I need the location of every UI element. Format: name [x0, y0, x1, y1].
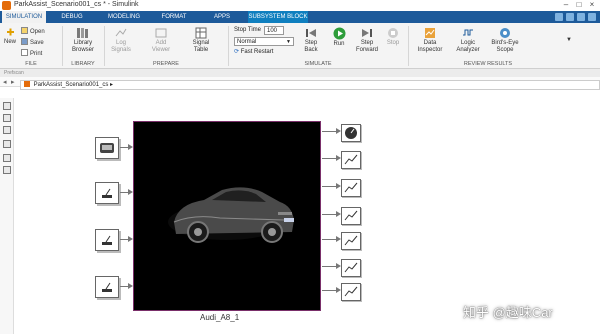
- output-block-1[interactable]: [341, 151, 361, 169]
- output-block-3[interactable]: [341, 207, 361, 225]
- group-label-prepare: PREPARE: [153, 61, 179, 67]
- pedal-icon: [102, 188, 112, 198]
- fast-restart-icon: ⟳: [234, 49, 240, 55]
- tab-format[interactable]: FORMAT: [154, 11, 194, 23]
- step-forward-icon: [362, 29, 372, 37]
- ribbon-tab-bar: SIMULATION DEBUG MODELING FORMAT APPS SU…: [0, 11, 600, 23]
- scope-icon: [344, 154, 358, 165]
- watermark: 知乎 @趣味Car: [463, 305, 553, 320]
- scope-icon: [344, 286, 358, 297]
- stop-time-label: Stop Time: [234, 27, 262, 33]
- data-inspector-icon: [425, 28, 435, 38]
- tab-debug[interactable]: DEBUG: [52, 11, 92, 23]
- add-viewer-button[interactable]: Add Viewer: [148, 27, 174, 54]
- save-quick-icon[interactable]: [555, 13, 563, 21]
- fit-view-icon[interactable]: [3, 114, 11, 122]
- ribbon: New Open Save Print FILE Library Browser…: [0, 23, 600, 69]
- data-inspector-button[interactable]: Data Inspector: [416, 27, 444, 54]
- area-icon[interactable]: [3, 166, 11, 174]
- scope-icon: [344, 210, 358, 221]
- new-icon: [6, 28, 14, 36]
- scope-icon: [344, 235, 358, 246]
- group-label-library: LIBRARY: [71, 61, 95, 67]
- library-icon: [77, 28, 88, 38]
- undo-icon[interactable]: [566, 13, 574, 21]
- title-bar: ParkAssist_Scenario001_cs * - Simulink –…: [0, 0, 600, 11]
- group-label-file: FILE: [25, 61, 37, 67]
- gauge-icon: [345, 127, 357, 139]
- new-button[interactable]: New: [3, 27, 17, 46]
- input-block-1[interactable]: [95, 137, 119, 159]
- log-signals-button[interactable]: Log Signals: [108, 27, 134, 54]
- ribbon-expand-icon[interactable]: ▼: [564, 37, 574, 44]
- output-block-4[interactable]: [341, 232, 361, 250]
- output-block-5[interactable]: [341, 259, 361, 277]
- forward-arrow-icon[interactable]: ▸: [11, 78, 15, 86]
- tab-apps[interactable]: APPS: [200, 11, 244, 23]
- minimize-icon[interactable]: –: [560, 0, 572, 9]
- canvas-tool-strip: [0, 98, 14, 334]
- image-icon[interactable]: [3, 154, 11, 162]
- print-button[interactable]: Print: [21, 49, 42, 57]
- run-button[interactable]: Run: [328, 27, 350, 48]
- maximize-icon[interactable]: □: [573, 0, 585, 9]
- input-block-4[interactable]: [95, 276, 119, 298]
- save-icon: [21, 38, 28, 45]
- folder-icon: [21, 27, 28, 34]
- group-label-simulate: SIMULATE: [304, 61, 332, 67]
- close-icon[interactable]: ×: [586, 0, 598, 9]
- arrow-icon[interactable]: [3, 126, 11, 134]
- group-label-review-results: REVIEW RESULTS: [463, 61, 513, 67]
- stop-icon: [388, 28, 398, 38]
- logic-analyzer-button[interactable]: Logic Analyzer: [454, 27, 482, 54]
- add-viewer-icon: [155, 28, 167, 38]
- simulation-mode-select[interactable]: Normal ▼: [234, 37, 294, 46]
- dashboard-icon: [100, 143, 114, 153]
- output-block-6[interactable]: [341, 283, 361, 301]
- signal-table-button[interactable]: Signal Table: [188, 27, 214, 54]
- input-block-3[interactable]: [95, 229, 119, 251]
- scope-icon: [344, 262, 358, 273]
- open-button[interactable]: Open: [21, 27, 45, 35]
- subsystem-block[interactable]: [133, 121, 321, 311]
- stop-button[interactable]: Stop: [382, 27, 404, 47]
- tab-modeling[interactable]: MODELING: [100, 11, 148, 23]
- zoom-in-icon[interactable]: [3, 102, 11, 110]
- tab-subsystem-block[interactable]: SUBSYSTEM BLOCK: [248, 11, 308, 23]
- run-icon: [333, 27, 345, 40]
- help-icon[interactable]: [588, 13, 596, 21]
- print-icon: [21, 49, 28, 56]
- car-icon: [168, 187, 294, 243]
- pedal-icon: [102, 282, 112, 292]
- tab-simulation[interactable]: SIMULATION: [2, 11, 46, 23]
- chevron-down-icon: ▼: [286, 39, 291, 45]
- library-browser-button[interactable]: Library Browser: [66, 27, 100, 54]
- window-title: ParkAssist_Scenario001_cs * - Simulink: [14, 1, 139, 8]
- stop-time-input[interactable]: 100: [264, 26, 284, 35]
- subsystem-name[interactable]: Audi_A8_1: [200, 313, 239, 322]
- model-icon: [24, 81, 30, 87]
- logic-analyzer-icon: [463, 29, 473, 36]
- redo-icon[interactable]: [577, 13, 585, 21]
- fast-restart-button[interactable]: ⟳ Fast Restart: [234, 48, 273, 55]
- output-block-speedometer[interactable]: [341, 124, 361, 142]
- step-back-icon: [306, 29, 316, 37]
- signal-table-icon: [195, 27, 207, 39]
- scope-icon: [344, 182, 358, 193]
- simulink-logo-icon: [2, 1, 11, 10]
- output-block-2[interactable]: [341, 179, 361, 197]
- model-strip: Prefscan: [0, 69, 600, 77]
- input-block-2[interactable]: [95, 182, 119, 204]
- birds-eye-scope-button[interactable]: Bird's-Eye Scope: [490, 27, 520, 54]
- breadcrumb[interactable]: ParkAssist_Scenario001_cs ▸: [20, 80, 600, 90]
- pedal-icon: [102, 235, 112, 245]
- annotation-icon[interactable]: [3, 140, 11, 148]
- step-back-button[interactable]: Step Back: [300, 27, 322, 54]
- log-signals-icon: [115, 28, 127, 37]
- back-arrow-icon[interactable]: ◂: [3, 78, 7, 86]
- step-forward-button[interactable]: Step Forward: [354, 27, 380, 54]
- birds-eye-icon: [500, 28, 510, 38]
- save-button[interactable]: Save: [21, 38, 44, 46]
